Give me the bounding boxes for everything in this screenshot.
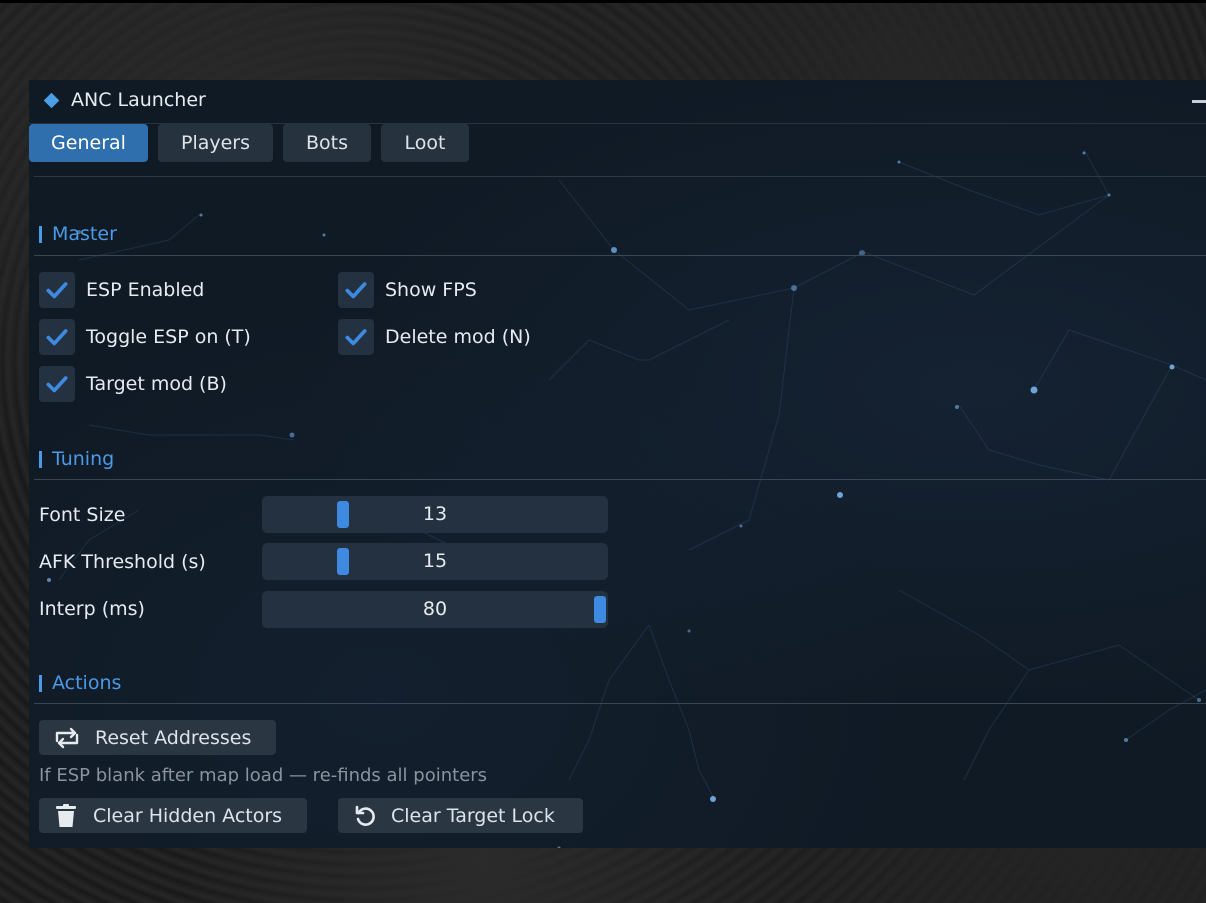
slider-value: 80	[422, 598, 448, 620]
button-label: Reset Addresses	[95, 726, 252, 749]
checkbox-box[interactable]	[338, 319, 374, 355]
interp-slider[interactable]: 80	[262, 591, 608, 628]
tab-players[interactable]: Players	[158, 124, 273, 162]
button-label: Clear Hidden Actors	[93, 804, 283, 827]
checkbox-label: Delete mod (N)	[385, 326, 531, 348]
afk-threshold-label: AFK Threshold (s)	[39, 551, 206, 573]
reset-addresses-button[interactable]: Reset Addresses	[39, 720, 276, 755]
checkbox-label: Show FPS	[385, 279, 477, 301]
tab-bots[interactable]: Bots	[283, 124, 371, 162]
section-accent-bar	[39, 451, 42, 468]
section-divider	[34, 703, 1206, 704]
font-size-label: Font Size	[39, 504, 126, 526]
checkmark-icon	[46, 376, 68, 393]
show-fps-checkbox[interactable]: Show FPS	[338, 272, 477, 308]
top-edge-line	[0, 0, 1206, 3]
section-master-title: Master	[52, 223, 117, 245]
target-mod-checkbox[interactable]: Target mod (B)	[39, 366, 227, 402]
section-actions-title: Actions	[52, 672, 122, 694]
esp-enabled-checkbox[interactable]: ESP Enabled	[39, 272, 204, 308]
reset-hint-text: If ESP blank after map load — re-finds a…	[39, 765, 488, 786]
tab-general[interactable]: General	[29, 124, 148, 162]
checkmark-icon	[46, 282, 68, 299]
section-accent-bar	[39, 226, 42, 243]
checkbox-box[interactable]	[338, 272, 374, 308]
checkbox-label: Target mod (B)	[86, 373, 227, 395]
checkmark-icon	[46, 329, 68, 346]
font-size-slider[interactable]: 13	[262, 496, 608, 533]
slider-value: 13	[422, 503, 448, 525]
checkbox-box[interactable]	[39, 272, 75, 308]
checkmark-icon	[345, 329, 367, 346]
delete-mod-checkbox[interactable]: Delete mod (N)	[338, 319, 531, 355]
section-accent-bar	[39, 675, 42, 692]
clear-target-lock-button[interactable]: Clear Target Lock	[338, 798, 583, 833]
clear-hidden-actors-button[interactable]: Clear Hidden Actors	[39, 798, 307, 833]
tabs-divider	[34, 176, 1206, 177]
button-label: Clear Target Lock	[391, 804, 555, 827]
checkmark-icon	[345, 282, 367, 299]
window-title: ANC Launcher	[71, 89, 206, 111]
section-divider	[34, 479, 1206, 480]
interp-label: Interp (ms)	[39, 598, 145, 620]
title-bar: ANC Launcher	[29, 80, 1206, 124]
toggle-esp-checkbox[interactable]: Toggle ESP on (T)	[39, 319, 251, 355]
launcher-window: ANC Launcher General Players Bots Loot M…	[29, 80, 1206, 848]
section-divider	[34, 255, 1206, 256]
swap-arrows-icon	[39, 727, 95, 749]
undo-icon	[338, 804, 391, 828]
checkbox-box[interactable]	[39, 366, 75, 402]
afk-threshold-slider[interactable]: 15	[262, 543, 608, 580]
trash-icon	[39, 803, 93, 828]
checkbox-label: Toggle ESP on (T)	[86, 326, 251, 348]
slider-value: 15	[422, 550, 448, 572]
section-tuning-title: Tuning	[52, 448, 115, 470]
checkbox-box[interactable]	[39, 319, 75, 355]
diamond-icon	[43, 92, 60, 109]
minimize-button[interactable]	[1192, 100, 1206, 103]
tab-loot[interactable]: Loot	[381, 124, 469, 162]
checkbox-label: ESP Enabled	[86, 279, 205, 301]
